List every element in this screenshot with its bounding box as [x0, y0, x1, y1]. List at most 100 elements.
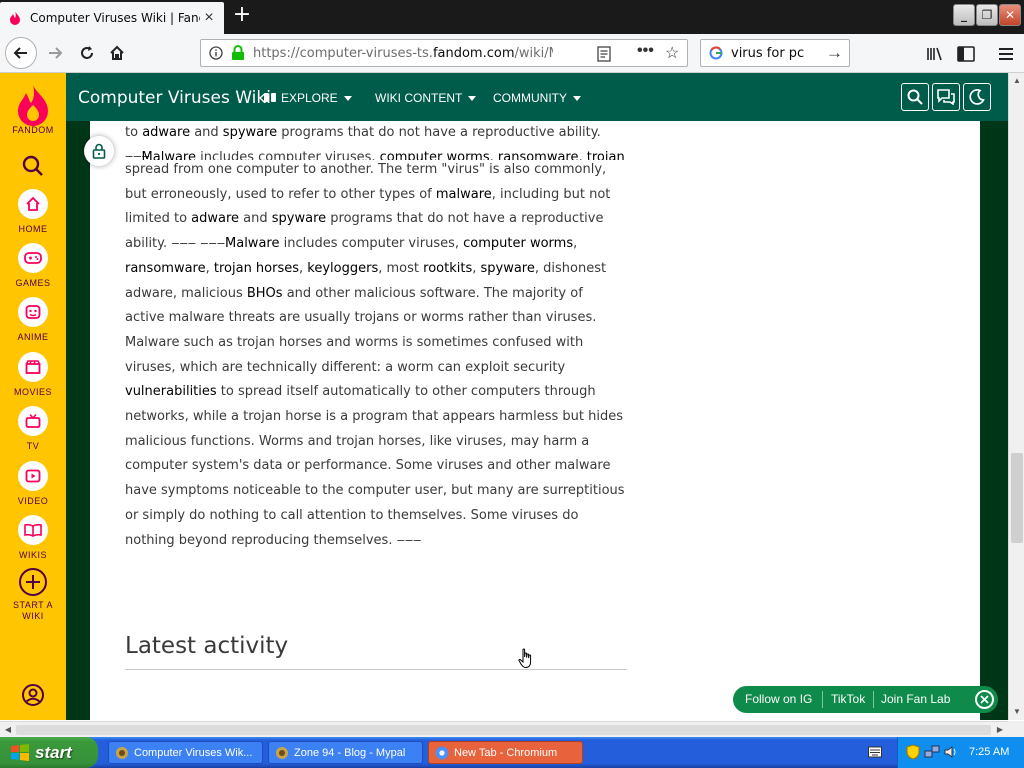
join-fan-lab-link[interactable]: Join Fan Lab [881, 692, 950, 706]
latest-activity-heading: Latest activity [125, 633, 289, 659]
browser-tab-strip: Computer Viruses Wiki | Fandom × + _ ❐ ✕ [0, 0, 1024, 34]
fandom-logo-link[interactable]: FANDOM [0, 83, 66, 135]
rail-item-movies[interactable]: MOVIES [0, 352, 66, 397]
secure-lock-icon[interactable] [231, 45, 245, 64]
keyboard-icon[interactable] [868, 746, 882, 758]
tab-close-icon[interactable]: × [200, 9, 218, 27]
vertical-scroll-thumb[interactable] [1011, 453, 1023, 543]
taskbar-item[interactable]: Zone 94 - Blog - Mypal [268, 741, 423, 764]
vertical-scrollbar[interactable]: ▲ ▼ [1008, 73, 1024, 720]
search-bar[interactable]: virus for pc → [700, 39, 850, 67]
security-shield-icon[interactable] [906, 744, 920, 760]
forward-button[interactable] [40, 38, 70, 68]
link-spyware[interactable]: spyware [480, 261, 534, 276]
browser-tab-active[interactable]: Computer Viruses Wiki | Fandom × [0, 2, 224, 34]
volume-icon[interactable] [944, 745, 958, 759]
scroll-right-arrow-icon[interactable]: ▶ [992, 722, 1008, 738]
hamburger-menu-icon[interactable] [996, 44, 1016, 64]
rail-item-label: VIDEO [17, 496, 49, 506]
link-bhos[interactable]: BHOs [247, 286, 283, 301]
clock[interactable]: 7:25 AM [969, 746, 1009, 758]
system-tray: 7:25 AM [897, 737, 1024, 768]
nav-explore[interactable]: EXPLORE [264, 91, 352, 105]
reload-button[interactable] [72, 38, 102, 68]
window-minimize-button[interactable]: _ [953, 4, 975, 26]
link-adware[interactable]: adware [142, 125, 190, 140]
theme-toggle-button[interactable] [963, 83, 991, 111]
social-follow-bar: Follow on IG TikTok Join Fan Lab [733, 686, 998, 713]
home-icon [110, 45, 124, 60]
nav-community[interactable]: COMMUNITY [493, 91, 581, 105]
new-tab-button[interactable]: + [230, 4, 254, 28]
rail-item-tv[interactable]: TV [0, 406, 66, 451]
search-engine-icon[interactable] [709, 46, 723, 63]
link-adware[interactable]: adware [191, 211, 239, 226]
gamepad-icon [24, 252, 42, 264]
site-info-icon[interactable] [209, 46, 223, 63]
wiki-title[interactable]: Computer Viruses Wiki [78, 88, 271, 108]
scroll-left-arrow-icon[interactable]: ◀ [0, 722, 16, 738]
start-a-wiki-button[interactable]: START A WIKI [0, 567, 66, 622]
link-trojan-horses[interactable]: trojan horses [214, 261, 299, 276]
taskbar-item[interactable]: Computer Viruses Wik... [108, 741, 263, 764]
page-actions-icon[interactable]: ••• [637, 42, 654, 60]
link-vulnerabilities[interactable]: vulnerabilities [125, 384, 217, 399]
start-a-wiki-label: START A WIKI [12, 600, 53, 621]
link-computer-worms[interactable]: computer worms [463, 236, 573, 251]
start-button[interactable]: start [0, 737, 98, 768]
rail-item-label: WIKIS [18, 550, 47, 560]
horizontal-scrollbar[interactable]: ◀ ▶ [0, 721, 1008, 737]
search-input[interactable]: virus for pc [731, 46, 804, 61]
wiki-search-button[interactable] [901, 83, 929, 111]
tiktok-link[interactable]: TikTok [831, 692, 865, 706]
link-malware[interactable]: Malware [225, 236, 279, 251]
rail-item-home[interactable]: HOME [0, 189, 66, 234]
book-icon [24, 523, 42, 537]
url-bar[interactable]: https://computer-viruses-ts.fandom.com/w… [200, 39, 688, 67]
rail-item-video[interactable]: VIDEO [0, 461, 66, 506]
link-spyware[interactable]: spyware [223, 125, 277, 140]
forward-arrow-icon [49, 47, 63, 59]
wiki-header: Computer Viruses Wiki EXPLORE WIKI CONTE… [66, 73, 1008, 121]
link-keyloggers[interactable]: keyloggers [307, 261, 378, 276]
link-rootkits[interactable]: rootkits [423, 261, 472, 276]
nav-wiki-content[interactable]: WIKI CONTENT [375, 91, 477, 105]
window-close-button[interactable]: ✕ [999, 4, 1021, 26]
page-protection-button[interactable] [84, 136, 114, 166]
horizontal-scroll-thumb[interactable] [16, 725, 991, 735]
link-ransomware[interactable]: ransomware [125, 261, 206, 276]
home-button[interactable] [102, 38, 132, 68]
library-icon[interactable] [925, 44, 945, 64]
link-spyware[interactable]: spyware [272, 211, 326, 226]
fandom-flame-logo-icon [18, 85, 48, 126]
discussions-button[interactable] [932, 83, 960, 111]
chevron-down-icon [573, 96, 581, 102]
taskbar-item[interactable]: New Tab - Chromium [428, 741, 583, 764]
sidebar-toggle-icon[interactable] [956, 44, 976, 64]
bookmark-star-icon[interactable]: ☆ [665, 43, 679, 63]
follow-instagram-link[interactable]: Follow on IG [745, 692, 812, 706]
rail-search-button[interactable] [0, 155, 66, 177]
rail-item-games[interactable]: GAMES [0, 243, 66, 288]
discussions-icon [937, 89, 955, 105]
browser-app-icon [116, 746, 128, 759]
play-icon [25, 469, 41, 483]
network-icon[interactable] [924, 745, 940, 759]
reader-view-icon[interactable] [597, 46, 611, 65]
window-maximize-button[interactable]: ❐ [976, 4, 998, 26]
start-label: start [35, 742, 72, 762]
hand-cursor-icon [518, 648, 532, 669]
rail-item-label: HOME [18, 224, 48, 234]
search-go-arrow-icon[interactable]: → [826, 43, 843, 63]
social-bar-close-button[interactable] [975, 690, 994, 709]
link-malware[interactable]: malware [436, 187, 492, 202]
back-button[interactable] [5, 37, 37, 69]
scroll-down-arrow-icon[interactable]: ▼ [1009, 704, 1024, 720]
user-account-button[interactable] [0, 683, 66, 707]
tv-icon [25, 414, 41, 428]
rail-item-anime[interactable]: ANIME [0, 297, 66, 342]
scroll-up-arrow-icon[interactable]: ▲ [1009, 73, 1024, 89]
explore-icon [264, 93, 276, 102]
url-text[interactable]: https://computer-viruses-ts.fandom.com/w… [253, 46, 553, 61]
rail-item-wikis[interactable]: WIKIS [0, 515, 66, 560]
